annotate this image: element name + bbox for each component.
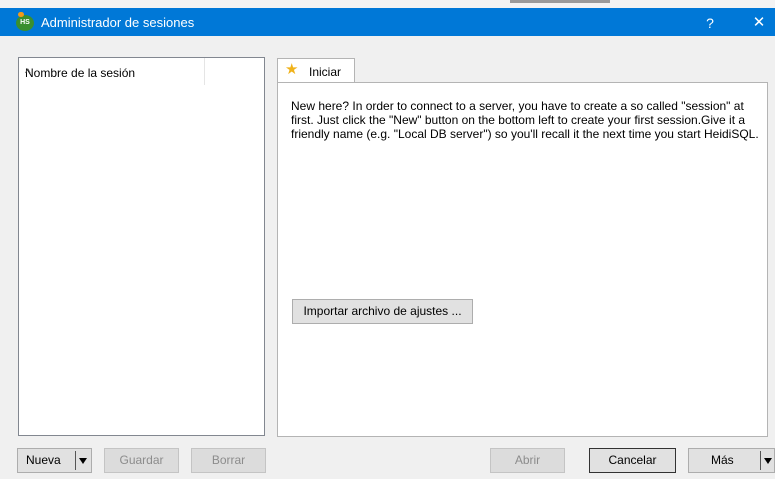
- session-list[interactable]: Nombre de la sesión ^: [18, 57, 265, 436]
- star-icon: ★: [285, 61, 299, 78]
- open-button[interactable]: Abrir: [490, 448, 565, 473]
- column-header-session-name[interactable]: Nombre de la sesión ^: [19, 58, 205, 85]
- intro-text: New here? In order to connect to a serve…: [291, 99, 759, 141]
- help-button[interactable]: ?: [697, 12, 723, 34]
- title-bar: HS Administrador de sesiones ? ✕: [0, 0, 775, 36]
- dropdown-arrow-icon[interactable]: [760, 451, 774, 470]
- sort-ascending-icon: ^: [25, 66, 31, 80]
- delete-button[interactable]: Borrar: [191, 448, 266, 473]
- start-tab-panel: New here? In order to connect to a serve…: [277, 82, 768, 437]
- dropdown-arrow-icon[interactable]: [75, 451, 89, 470]
- new-button-label: Nueva: [26, 453, 61, 467]
- import-settings-button[interactable]: Importar archivo de ajustes ...: [292, 299, 473, 324]
- close-button[interactable]: ✕: [745, 12, 773, 34]
- heidisql-app-icon: HS: [16, 12, 34, 31]
- cancel-button[interactable]: Cancelar: [589, 448, 676, 473]
- background-sliver: [0, 0, 775, 8]
- window-title: Administrador de sesiones: [41, 15, 195, 30]
- save-button[interactable]: Guardar: [104, 448, 179, 473]
- tab-label: Iniciar: [309, 65, 342, 79]
- more-button[interactable]: Más: [688, 448, 775, 473]
- tab-iniciar[interactable]: ★ Iniciar: [277, 58, 355, 83]
- close-icon: ✕: [752, 14, 766, 31]
- more-button-label: Más: [711, 453, 734, 467]
- column-header-label: Nombre de la sesión: [25, 66, 136, 80]
- new-session-button[interactable]: Nueva: [17, 448, 92, 473]
